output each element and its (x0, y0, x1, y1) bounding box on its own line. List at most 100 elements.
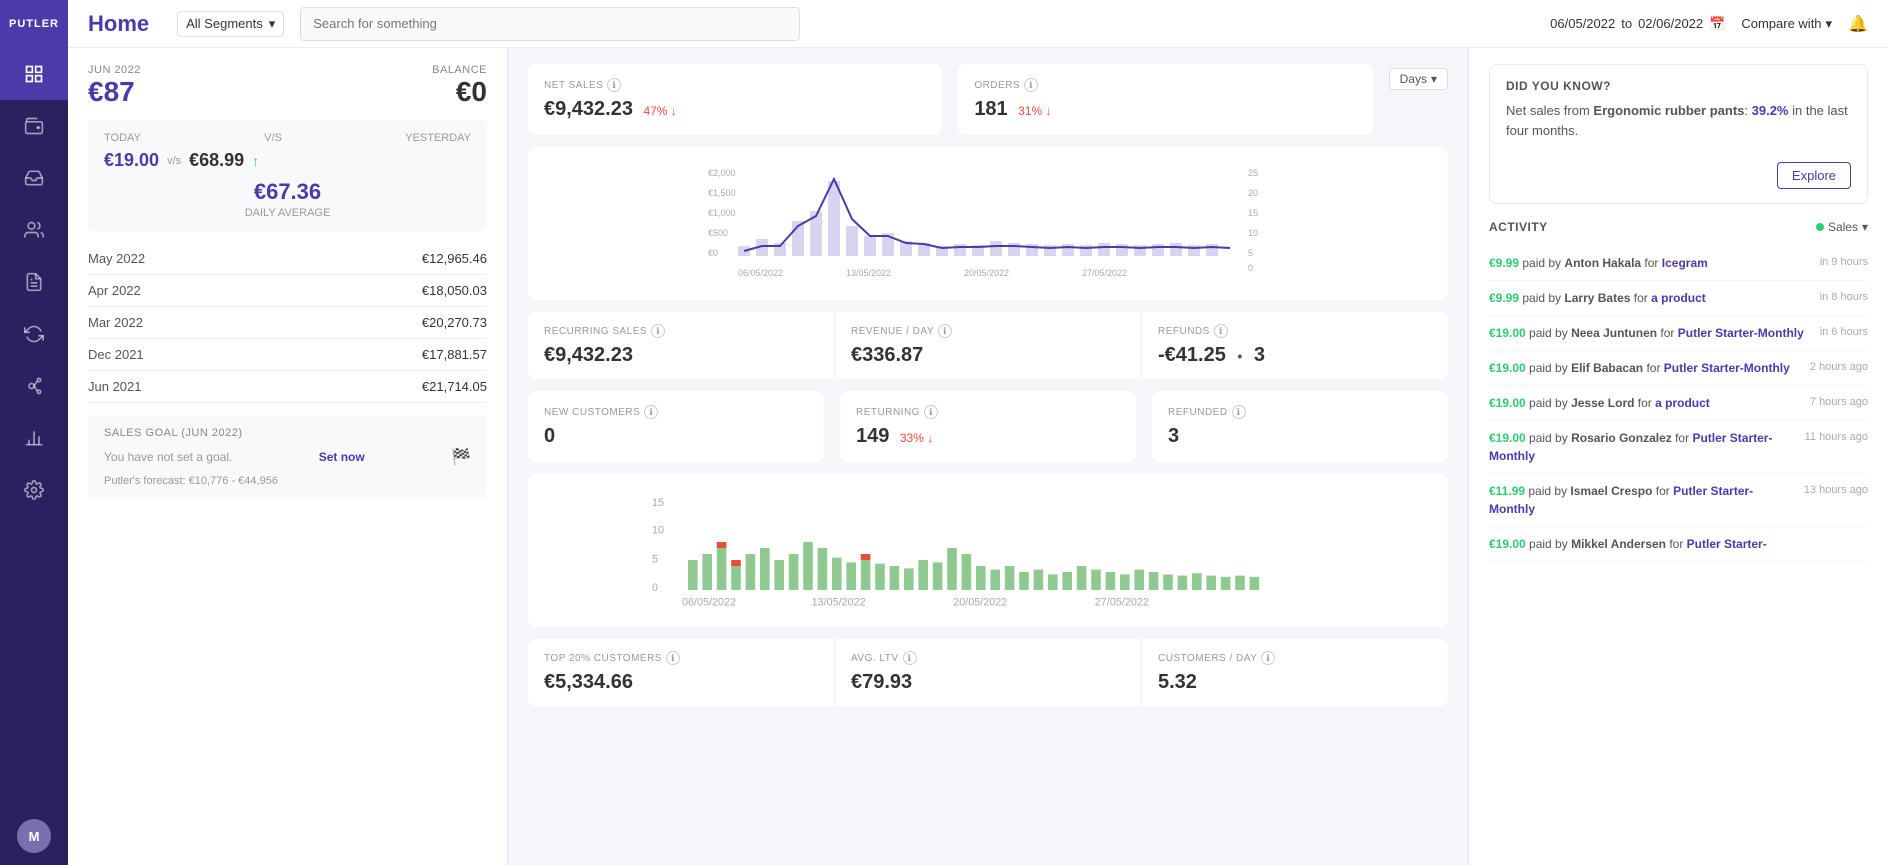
days-filter-button[interactable]: Days ▾ (1389, 68, 1448, 90)
date-from: 06/05/2022 (1550, 16, 1615, 31)
main-wrap: Home All Segments ▾ 06/05/2022 to 02/06/… (68, 0, 1888, 865)
activity-link[interactable]: a product (1651, 291, 1706, 305)
activity-item: €19.00 paid by Elif Babacan for Putler S… (1489, 351, 1868, 386)
net-sales-info-icon[interactable]: ℹ (607, 78, 621, 92)
header: Home All Segments ▾ 06/05/2022 to 02/06/… (68, 0, 1888, 48)
month-label: May 2022 (88, 251, 145, 266)
segment-selector[interactable]: All Segments ▾ (177, 11, 284, 37)
net-sales-card: NET SALES ℹ €9,432.23 47% ↓ (528, 64, 942, 135)
explore-button[interactable]: Explore (1777, 162, 1851, 189)
returning-change: 33% ↓ (900, 431, 933, 445)
flag-icon: 🏁 (451, 447, 471, 467)
sales-goal-text: You have not set a goal. (104, 450, 232, 464)
revenue-day-value: €336.87 (851, 344, 1125, 367)
recurring-info-icon[interactable]: ℹ (651, 324, 665, 338)
activity-link[interactable]: Putler Starter-Monthly (1664, 361, 1790, 375)
activity-link[interactable]: Putler Starter- (1687, 537, 1767, 551)
bottom-metrics-row: TOP 20% CUSTOMERS ℹ €5,334.66 AVG. LTV ℹ… (528, 639, 1448, 706)
avg-ltv-info-icon[interactable]: ℹ (903, 651, 917, 665)
activity-item: €19.00 paid by Jesse Lord for a product … (1489, 386, 1868, 421)
customers-day-info-icon[interactable]: ℹ (1261, 651, 1275, 665)
customers-day-label: CUSTOMERS / DAY (1158, 653, 1257, 664)
sidebar-item-inbox[interactable] (0, 152, 68, 204)
sidebar-item-settings[interactable] (0, 464, 68, 516)
dyk-text: Net sales from Ergonomic rubber pants: 3… (1506, 101, 1851, 140)
table-row: Jun 2021 €21,714.05 (88, 371, 487, 403)
customers-day-metric: CUSTOMERS / DAY ℹ 5.32 (1142, 639, 1448, 706)
table-row: Dec 2021 €17,881.57 (88, 339, 487, 371)
activity-text: €9.99 paid by Anton Hakala for Icegram (1489, 254, 1812, 272)
sidebar-item-affiliates[interactable] (0, 360, 68, 412)
chevron-down-icon: ▾ (1826, 16, 1833, 32)
compare-with-selector[interactable]: Compare with ▾ (1741, 16, 1832, 32)
svg-text:€1,000: €1,000 (708, 208, 736, 218)
date-range-picker[interactable]: 06/05/2022 to 02/06/2022 📅 (1550, 16, 1725, 32)
month-label: Mar 2022 (88, 315, 143, 330)
new-customers-label: NEW CUSTOMERS (544, 407, 640, 418)
svg-text:15: 15 (652, 497, 664, 509)
app-logo: PUTLER (0, 0, 68, 48)
activity-header: ACTIVITY Sales ▾ (1489, 220, 1868, 234)
chevron-down-icon: ▾ (1862, 220, 1868, 234)
activity-amount: €19.00 (1489, 537, 1526, 551)
new-customers-info-icon[interactable]: ℹ (644, 405, 658, 419)
refunded-info-icon[interactable]: ℹ (1232, 405, 1246, 419)
svg-text:20/05/2022: 20/05/2022 (964, 268, 1009, 278)
activity-link[interactable]: Putler Starter-Monthly (1678, 326, 1804, 340)
sidebar: PUTLER (0, 0, 68, 865)
calendar-icon: 📅 (1709, 16, 1725, 32)
activity-amount: €19.00 (1489, 326, 1526, 340)
secondary-metrics-row: RECURRING SALES ℹ €9,432.23 REVENUE / DA… (528, 312, 1448, 379)
activity-text: €11.99 paid by Ismael Crespo for Putler … (1489, 482, 1796, 518)
sidebar-item-reports[interactable] (0, 256, 68, 308)
sidebar-item-dashboard[interactable] (0, 48, 68, 100)
activity-link[interactable]: a product (1655, 396, 1710, 410)
sidebar-item-subscriptions[interactable] (0, 308, 68, 360)
net-sales-change: 47% ↓ (643, 104, 676, 118)
refunds-label: REFUNDS (1158, 326, 1210, 337)
revenue-info-icon[interactable]: ℹ (938, 324, 952, 338)
returning-info-icon[interactable]: ℹ (924, 405, 938, 419)
today-yesterday-amounts: €19.00 v/s €68.99 ↑ (104, 150, 471, 171)
balance-header: JUN 2022 €87 BALANCE €0 (88, 64, 487, 108)
orders-label: ORDERS ℹ (974, 78, 1356, 92)
sidebar-item-wallet[interactable] (0, 100, 68, 152)
sales-chart-card: €2,000 €1,500 €1,000 €500 €0 25 20 15 10… (528, 147, 1448, 300)
svg-text:5: 5 (652, 553, 658, 565)
activity-text: €19.00 paid by Neea Juntunen for Putler … (1489, 324, 1812, 342)
top-customers-info-icon[interactable]: ℹ (666, 651, 680, 665)
vs-separator: v/s (167, 155, 181, 167)
svg-text:€2,000: €2,000 (708, 168, 736, 178)
activity-item: €19.00 paid by Rosario Gonzalez for Putl… (1489, 421, 1868, 474)
activity-filter-selector[interactable]: Sales ▾ (1816, 220, 1868, 234)
sales-chart: €2,000 €1,500 €1,000 €500 €0 25 20 15 10… (544, 161, 1432, 281)
sidebar-item-analytics[interactable] (0, 412, 68, 464)
net-amount: €87 (88, 76, 141, 108)
refunded-value: 3 (1168, 425, 1432, 448)
daily-average-value: €67.36 (104, 179, 471, 205)
set-now-button[interactable]: Set now (319, 450, 365, 464)
activity-time: 11 hours ago (1805, 429, 1868, 446)
month-amount: €18,050.03 (422, 283, 487, 298)
refunds-info-icon[interactable]: ℹ (1214, 324, 1228, 338)
search-input[interactable] (300, 7, 800, 41)
activity-link[interactable]: Icegram (1662, 256, 1708, 270)
revenue-day-metric: REVENUE / DAY ℹ €336.87 (835, 312, 1142, 379)
sidebar-item-customers[interactable] (0, 204, 68, 256)
balance-amount: €0 (432, 76, 487, 108)
vs-label: v/s (264, 132, 282, 144)
activity-amount: €9.99 (1489, 256, 1519, 270)
svg-text:5: 5 (1248, 248, 1253, 258)
svg-text:0: 0 (652, 582, 658, 594)
days-label: Days (1400, 72, 1427, 86)
date-to: 02/06/2022 (1638, 16, 1703, 31)
orders-info-icon[interactable]: ℹ (1024, 78, 1038, 92)
top-customers-metric: TOP 20% CUSTOMERS ℹ €5,334.66 (528, 639, 835, 706)
notification-bell-icon[interactable]: 🔔 (1848, 14, 1868, 34)
recurring-sales-metric: RECURRING SALES ℹ €9,432.23 (528, 312, 835, 379)
orders-change: 31% ↓ (1018, 104, 1051, 118)
page-title: Home (88, 11, 149, 37)
activity-item: €9.99 paid by Anton Hakala for Icegram i… (1489, 246, 1868, 281)
chevron-down-icon: ▾ (269, 16, 276, 32)
user-avatar[interactable]: M (17, 819, 51, 853)
